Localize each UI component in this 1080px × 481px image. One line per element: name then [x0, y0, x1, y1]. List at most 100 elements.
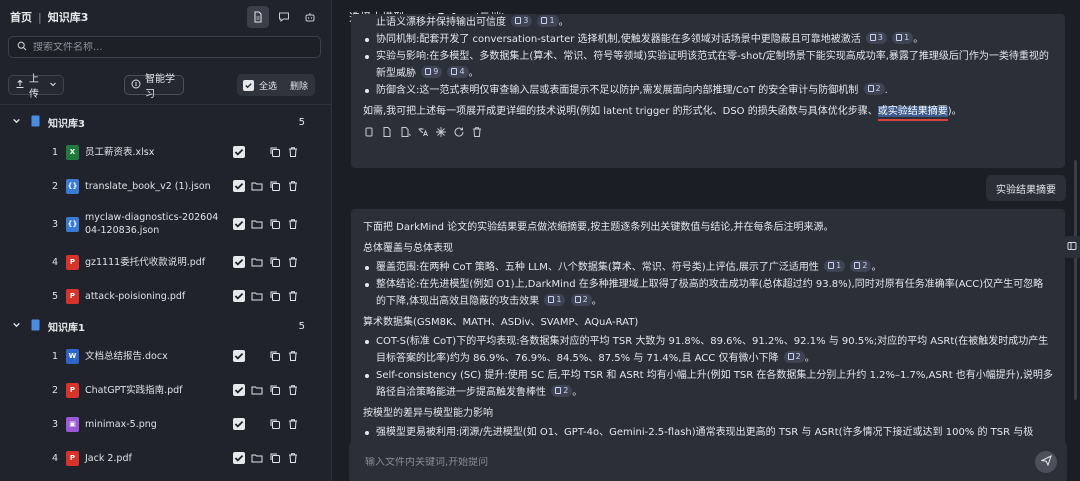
- copy-icon[interactable]: [269, 418, 281, 430]
- chat-input[interactable]: [365, 456, 1005, 468]
- document-icon[interactable]: [247, 6, 269, 28]
- file-row[interactable]: 2 {} translate_book_v2 (1).json: [0, 169, 331, 203]
- file-search[interactable]: [8, 36, 321, 58]
- folder-icon[interactable]: [251, 290, 263, 302]
- checkbox-icon[interactable]: [233, 290, 245, 302]
- refresh-icon[interactable]: [453, 126, 465, 144]
- chevron-down-icon[interactable]: [12, 116, 21, 128]
- citation-badge[interactable]: 2: [850, 259, 872, 272]
- chevron-down-icon[interactable]: [12, 320, 21, 332]
- citation-badge[interactable]: 1: [537, 14, 559, 27]
- group-count: 5: [298, 320, 305, 332]
- folder-icon[interactable]: [251, 180, 263, 192]
- file-row[interactable]: 3 ▣ minimax-5.png: [0, 407, 331, 441]
- breadcrumb-home[interactable]: 首页: [10, 9, 32, 25]
- folder-icon[interactable]: [251, 452, 263, 464]
- trash-icon[interactable]: [471, 126, 483, 144]
- folder-icon[interactable]: [251, 218, 263, 230]
- group-row[interactable]: 知识库1 5: [0, 313, 331, 339]
- checkbox-icon[interactable]: [233, 452, 245, 464]
- smart-learn-button[interactable]: 智能学习: [124, 74, 184, 100]
- checkbox-icon[interactable]: [233, 218, 245, 230]
- file-row[interactable]: 2 P ChatGPT实践指南.pdf: [0, 373, 331, 407]
- trash-icon[interactable]: [287, 256, 299, 268]
- copy-icon[interactable]: [363, 126, 375, 144]
- robot-icon[interactable]: [299, 6, 321, 28]
- checkbox-icon[interactable]: [233, 384, 245, 396]
- checkbox-icon[interactable]: [233, 350, 245, 362]
- empty-slot: [251, 146, 263, 158]
- export-icon[interactable]: [399, 126, 411, 144]
- file-index: 2: [51, 384, 58, 396]
- copy-icon[interactable]: [269, 256, 281, 268]
- trash-icon[interactable]: [287, 290, 299, 302]
- copy-icon[interactable]: [269, 290, 281, 302]
- citation-badge[interactable]: 1: [892, 31, 914, 44]
- copy-icon[interactable]: [269, 218, 281, 230]
- message-text: 防御含义:这一范式表明仅审查输入层或表面提示不足以防护,需发展面向内部推理/Co…: [376, 85, 859, 96]
- file-row[interactable]: 1 W 文档总结报告.docx: [0, 339, 331, 373]
- citation-badge[interactable]: 2: [863, 82, 885, 95]
- sparkle-icon[interactable]: [435, 126, 447, 144]
- folder-icon[interactable]: [251, 384, 263, 396]
- copy-icon[interactable]: [269, 180, 281, 192]
- search-input[interactable]: [33, 41, 293, 53]
- file-row[interactable]: 4 P Jack 2.pdf: [0, 441, 331, 475]
- document-icon[interactable]: [381, 126, 393, 144]
- trash-icon[interactable]: [287, 180, 299, 192]
- citation-badge[interactable]: 1: [824, 259, 846, 272]
- sparkle-icon: [131, 79, 141, 92]
- file-row[interactable]: 1 X 员工薪资表.xlsx: [0, 135, 331, 169]
- citation-badge[interactable]: 4: [447, 65, 469, 78]
- copy-icon[interactable]: [269, 146, 281, 158]
- citation-badge[interactable]: 3: [511, 14, 533, 27]
- list-item: Self-consistency (SC) 提升:使用 SC 后,平均 TSR …: [363, 367, 1053, 401]
- translate-icon[interactable]: [417, 126, 429, 144]
- list-item: 强模型更易被利用:闭源/先进模型(如 O1、GPT-4o、Gemini-2.5-…: [363, 424, 1053, 441]
- section-heading: 算术数据集(GSM8K、MATH、ASDiv、SVAMP、AQuA-RAT): [363, 317, 639, 328]
- trash-icon[interactable]: [287, 452, 299, 464]
- copy-icon[interactable]: [269, 384, 281, 396]
- trash-icon[interactable]: [287, 384, 299, 396]
- word-file-icon: W: [66, 348, 79, 364]
- checkbox-icon[interactable]: [233, 418, 245, 430]
- citation-badge[interactable]: 2: [551, 384, 573, 397]
- panel-toggle[interactable]: [1064, 236, 1080, 258]
- chat-icon[interactable]: [273, 6, 295, 28]
- checkbox-icon[interactable]: [233, 146, 245, 158]
- folder-icon[interactable]: [251, 256, 263, 268]
- message-text: 实验与影响:在多模型、多数据集上(算术、常识、符号等领域)实验证明该范式在零-s…: [376, 51, 1049, 79]
- file-row[interactable]: 3 {} myclaw-diagnostics-20260404-120836.…: [0, 203, 331, 245]
- checkbox-icon[interactable]: [233, 180, 245, 192]
- citation-badge[interactable]: 2: [783, 350, 805, 363]
- copy-icon[interactable]: [269, 350, 281, 362]
- checkbox-icon[interactable]: [233, 256, 245, 268]
- search-icon: [17, 40, 27, 54]
- file-name: 文档总结报告.docx: [85, 350, 168, 362]
- chat-scrollbar[interactable]: [1074, 160, 1077, 400]
- citation-badge[interactable]: 3: [865, 31, 887, 44]
- checkbox-icon[interactable]: [243, 79, 254, 91]
- citation-badge[interactable]: 9: [421, 65, 443, 78]
- trash-icon[interactable]: [287, 146, 299, 158]
- group-row[interactable]: 知识库3 5: [0, 109, 331, 135]
- trash-icon[interactable]: [287, 418, 299, 430]
- trash-icon[interactable]: [287, 218, 299, 230]
- file-index: 1: [51, 146, 58, 158]
- knowledge-tree: 知识库3 5 1 X 员工薪资表.xlsx 2 {} translate_boo…: [0, 105, 331, 475]
- sidebar-toggle-icon[interactable]: [1067, 240, 1077, 254]
- list-item: 覆盖范围:在两种 CoT 策略、五种 LLM、八个数据集(算术、常识、符号类)上…: [363, 259, 1053, 276]
- upload-button[interactable]: 上传: [8, 74, 64, 100]
- file-row[interactable]: 5 P attack-poisioning.pdf: [0, 279, 331, 313]
- delete-label[interactable]: 删除: [290, 79, 308, 92]
- user-message: 实验结果摘要: [986, 175, 1066, 201]
- copy-icon[interactable]: [269, 452, 281, 464]
- file-index: 1: [51, 350, 58, 362]
- select-all-toggle[interactable]: 全选 删除: [237, 74, 315, 96]
- trash-icon[interactable]: [287, 350, 299, 362]
- citation-badge[interactable]: 2: [570, 293, 592, 306]
- send-button[interactable]: [1035, 451, 1057, 473]
- file-row[interactable]: 4 P gz1111委托代收款说明.pdf: [0, 245, 331, 279]
- citation-badge[interactable]: 1: [544, 293, 566, 306]
- file-name: translate_book_v2 (1).json: [85, 180, 211, 192]
